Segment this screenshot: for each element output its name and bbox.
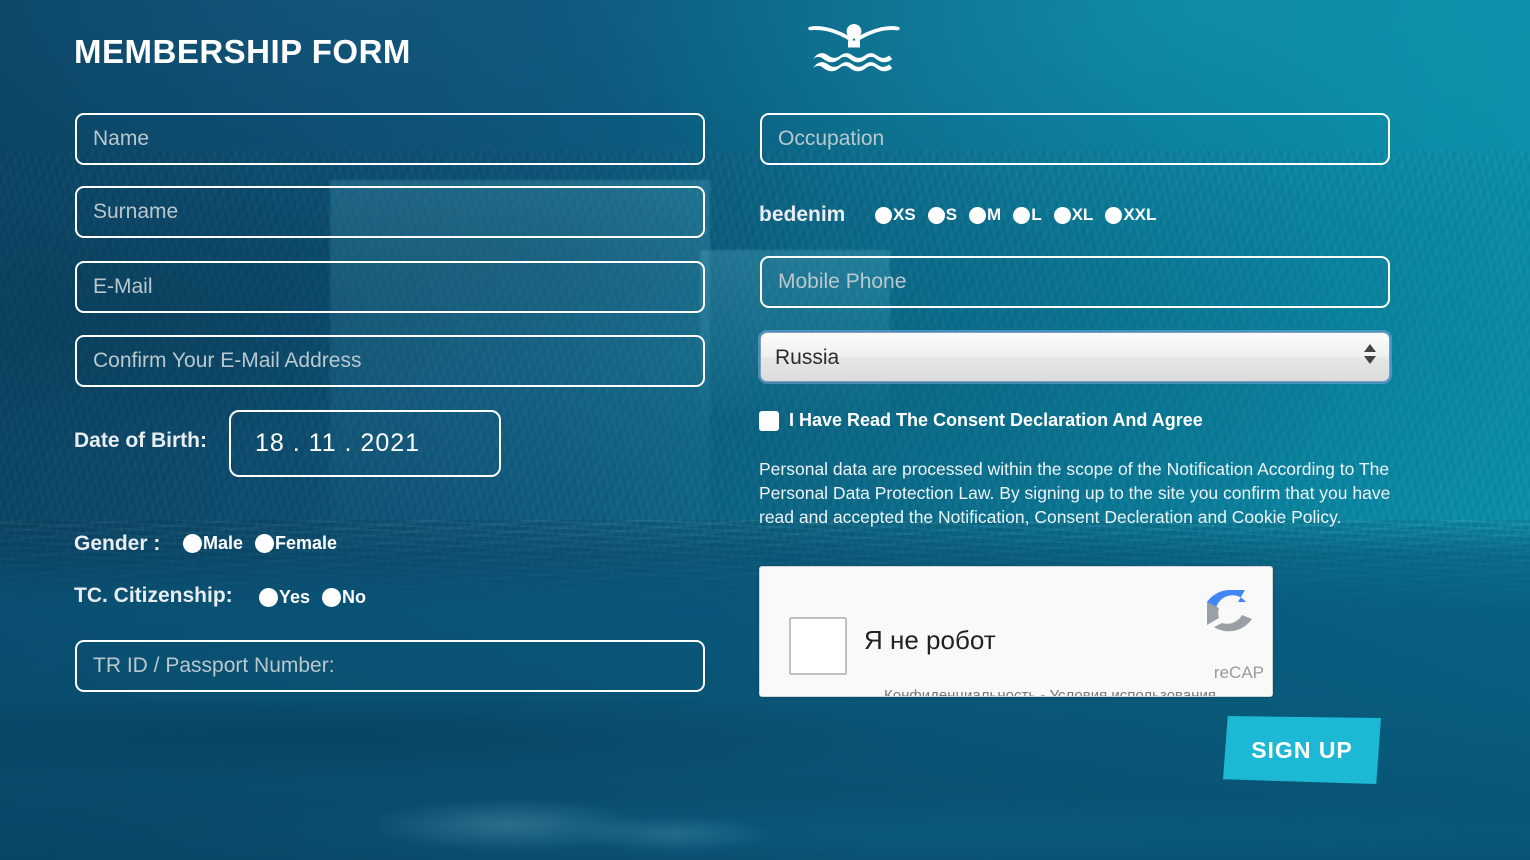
- size-option-label: M: [987, 205, 1001, 225]
- page-title: MEMBERSHIP FORM: [74, 33, 411, 71]
- size-option-label: XS: [893, 205, 916, 225]
- size-option-label: XXL: [1123, 205, 1156, 225]
- occupation-input[interactable]: [760, 113, 1390, 165]
- radio-dot-icon[interactable]: [928, 207, 945, 224]
- citizenship-option-no[interactable]: No: [322, 587, 366, 608]
- swimmer-icon: [806, 16, 902, 78]
- size-option-s[interactable]: S: [928, 205, 957, 225]
- radio-dot-icon[interactable]: [255, 534, 274, 553]
- size-option-label: XL: [1072, 205, 1094, 225]
- date-of-birth-field[interactable]: 18 . 11 . 2021: [229, 410, 501, 477]
- citizenship-label: TC. Citizenship:: [74, 584, 233, 608]
- consent-label: I Have Read The Consent Declaration And …: [789, 410, 1203, 431]
- country-select[interactable]: Russia: [760, 332, 1390, 382]
- radio-dot-icon[interactable]: [969, 207, 986, 224]
- size-option-l[interactable]: L: [1013, 205, 1041, 225]
- citizenship-option-yes[interactable]: Yes: [259, 587, 310, 608]
- confirm-email-input[interactable]: [75, 335, 705, 387]
- id-passport-input[interactable]: [75, 640, 705, 692]
- email-input[interactable]: [75, 261, 705, 313]
- size-option-xl[interactable]: XL: [1054, 205, 1094, 225]
- consent-checkbox[interactable]: [759, 411, 779, 431]
- radio-dot-icon[interactable]: [1054, 207, 1071, 224]
- gender-option-label: Female: [275, 533, 337, 554]
- consent-row[interactable]: I Have Read The Consent Declaration And …: [759, 410, 1203, 431]
- radio-dot-icon[interactable]: [1013, 207, 1030, 224]
- radio-dot-icon[interactable]: [322, 588, 341, 607]
- citizenship-option-label: Yes: [279, 587, 310, 608]
- legal-notice-text: Personal data are processed within the s…: [759, 457, 1397, 529]
- surname-input[interactable]: [75, 186, 705, 238]
- citizenship-option-label: No: [342, 587, 366, 608]
- gender-option-female[interactable]: Female: [255, 533, 337, 554]
- name-input[interactable]: [75, 113, 705, 165]
- recaptcha-label: Я не робот: [864, 625, 996, 656]
- signup-button[interactable]: SIGN UP: [1223, 716, 1381, 784]
- radio-dot-icon[interactable]: [183, 534, 202, 553]
- size-option-label: S: [946, 205, 957, 225]
- recaptcha-logo-icon: [1202, 585, 1260, 643]
- gender-option-male[interactable]: Male: [183, 533, 243, 554]
- recaptcha-widget[interactable]: Я не робот reCAP Конфиденциальность - Ус…: [759, 566, 1273, 697]
- date-of-birth-label: Date of Birth:: [74, 429, 207, 453]
- gender-option-label: Male: [203, 533, 243, 554]
- citizenship-radio-group[interactable]: Yes No: [259, 587, 378, 608]
- gender-radio-group[interactable]: Male Female: [183, 533, 349, 554]
- membership-form-page: MEMBERSHIP FORM Date of Birth: 18 . 11 .…: [0, 0, 1530, 860]
- recaptcha-brand-label: reCAP: [1214, 663, 1264, 683]
- size-option-xxl[interactable]: XXL: [1105, 205, 1156, 225]
- date-of-birth-value: 18 . 11 . 2021: [255, 429, 420, 458]
- recaptcha-checkbox[interactable]: [789, 617, 847, 675]
- mobile-phone-input[interactable]: [760, 256, 1390, 308]
- size-label: bedenim: [759, 203, 845, 227]
- size-option-xs[interactable]: XS: [875, 205, 916, 225]
- size-radio-group[interactable]: XS S M L XL XXL: [875, 205, 1168, 225]
- radio-dot-icon[interactable]: [259, 588, 278, 607]
- size-option-m[interactable]: M: [969, 205, 1001, 225]
- size-option-label: L: [1031, 205, 1041, 225]
- radio-dot-icon[interactable]: [1105, 207, 1122, 224]
- radio-dot-icon[interactable]: [875, 207, 892, 224]
- recaptcha-links[interactable]: Конфиденциальность - Условия использован…: [884, 687, 1216, 697]
- gender-label: Gender :: [74, 532, 160, 556]
